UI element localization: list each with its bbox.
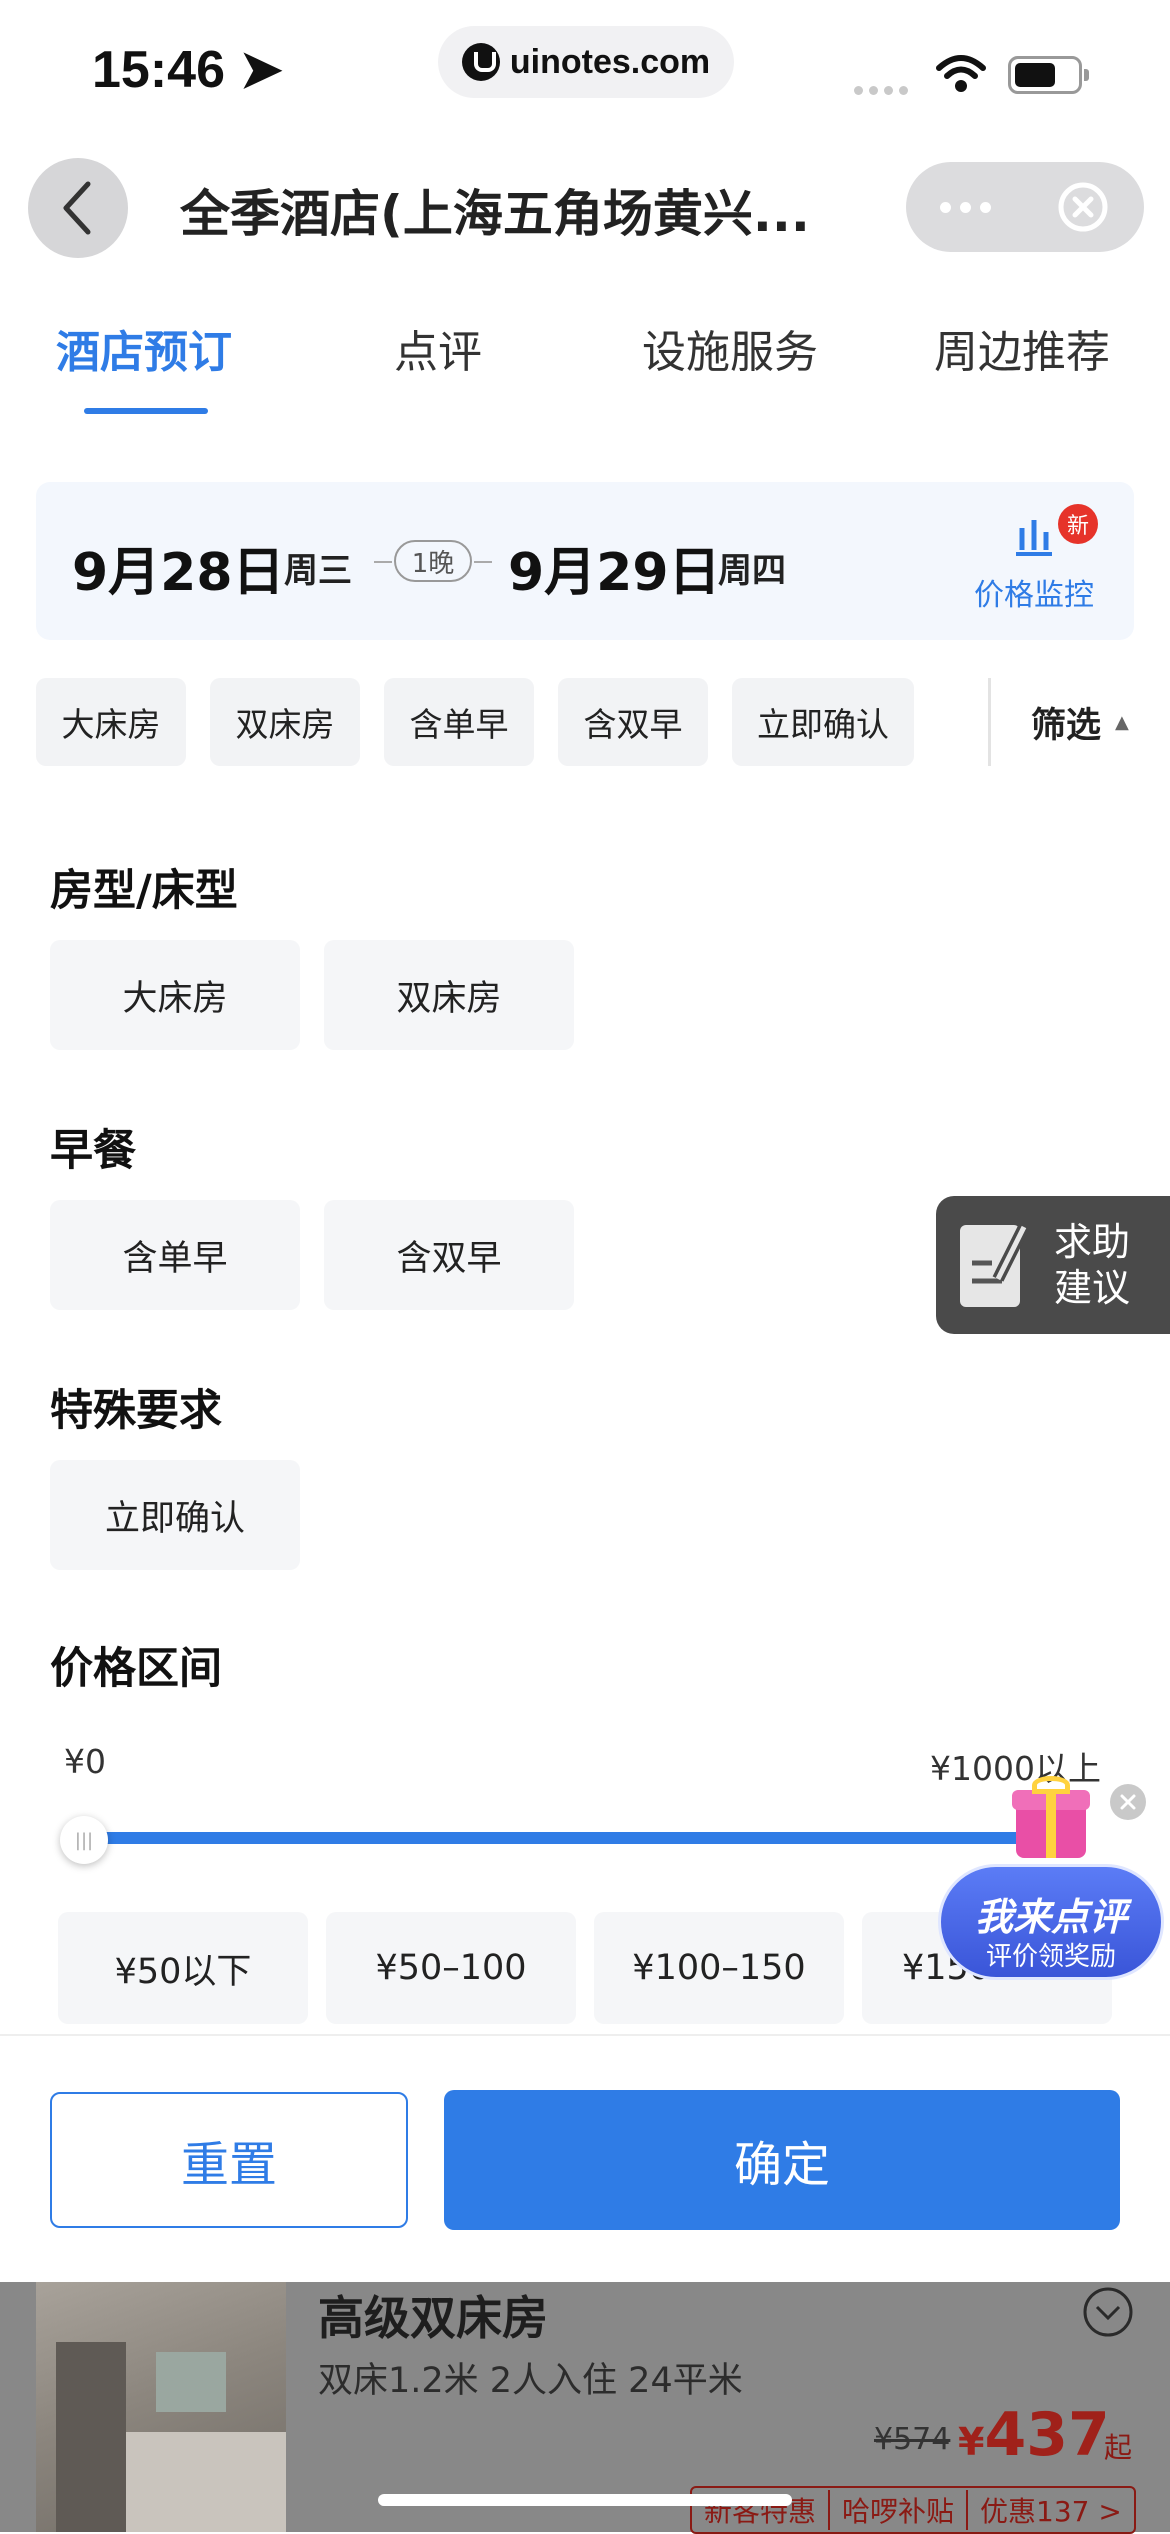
checkin-weekday: 周三 xyxy=(284,551,352,591)
price-option[interactable]: ¥50以下 xyxy=(58,1912,308,2024)
new-badge: 新 xyxy=(1058,504,1098,544)
section-title-price: 价格区间 xyxy=(50,1644,222,1694)
price-monitor-label[interactable]: 价格监控 xyxy=(974,570,1094,614)
option-special[interactable]: 立即确认 xyxy=(50,1460,300,1570)
checkout-weekday: 周四 xyxy=(718,551,786,591)
home-indicator xyxy=(378,2494,792,2506)
close-review-float-button[interactable] xyxy=(1110,1784,1146,1820)
option-room-type[interactable]: 大床房 xyxy=(50,940,300,1050)
review-title: 我来点评 xyxy=(974,1895,1127,1939)
checkin-date[interactable]: 9月28日 xyxy=(72,530,285,605)
filter-label: 筛选 xyxy=(1031,705,1102,746)
url-pill[interactable]: uinotes.com xyxy=(438,26,734,98)
checkout-date[interactable]: 9月29日 xyxy=(508,530,721,605)
quick-filter-chip[interactable]: 含单早 xyxy=(384,678,534,766)
price-option[interactable]: ¥50–100 xyxy=(326,1912,576,2024)
close-circle-icon xyxy=(1058,182,1108,232)
section-title-breakfast: 早餐 xyxy=(50,1126,136,1176)
location-arrow-icon: ➤ xyxy=(239,41,284,99)
back-button[interactable] xyxy=(28,158,128,258)
room-price-suffix: 起 xyxy=(1104,2431,1133,2464)
reset-button[interactable]: 重置 xyxy=(50,2092,408,2228)
divider xyxy=(0,2034,1170,2036)
promo-tag: 优惠137 > xyxy=(966,2490,1134,2530)
tab-nearby[interactable]: 周边推荐 xyxy=(934,316,1110,380)
review-subtitle: 评价领奖励 xyxy=(985,1942,1116,1972)
price-slider-min-handle[interactable]: ||| xyxy=(60,1816,108,1864)
promo-tag: 哈啰补贴 xyxy=(828,2490,966,2530)
room-title: 高级双床房 xyxy=(318,2291,548,2345)
quick-filter-chip[interactable]: 立即确认 xyxy=(732,678,914,766)
status-time: 15:46 ➤ xyxy=(92,41,284,99)
more-dots-icon xyxy=(939,201,991,213)
chevron-down-circle-icon[interactable] xyxy=(1082,2286,1134,2338)
section-title-special: 特殊要求 xyxy=(50,1386,222,1436)
tab-reviews[interactable]: 点评 xyxy=(394,316,482,380)
caret-up-icon: ▲ xyxy=(1115,711,1129,733)
price-option[interactable]: ¥100–150 xyxy=(594,1912,844,2024)
price-slider-track[interactable] xyxy=(86,1832,1046,1844)
write-review-button[interactable]: 我来点评 评价领奖励 xyxy=(938,1776,1170,1982)
confirm-button[interactable]: 确定 xyxy=(444,2090,1120,2230)
battery-icon xyxy=(1008,56,1089,94)
active-tab-indicator xyxy=(84,408,208,414)
option-breakfast[interactable]: 含单早 xyxy=(50,1200,300,1310)
date-connector xyxy=(474,561,492,563)
quick-filter-chip[interactable]: 大床房 xyxy=(36,678,186,766)
room-original-price: ¥574 xyxy=(874,2422,951,2457)
nights-badge: 1晚 xyxy=(394,540,472,582)
site-logo-icon xyxy=(461,43,500,81)
option-room-type[interactable]: 双床房 xyxy=(324,940,574,1050)
room-photo xyxy=(36,2282,286,2532)
room-meta: 双床1.2米 2人入住 24平米 xyxy=(318,2361,743,2401)
close-miniapp-button[interactable] xyxy=(1024,162,1142,252)
quick-filter-chip[interactable]: 含双早 xyxy=(558,678,708,766)
feedback-edit-icon xyxy=(960,1224,1030,1307)
date-connector xyxy=(374,561,392,563)
filter-button[interactable]: 筛选 ▲ xyxy=(988,678,1170,766)
help-suggestion-button[interactable]: 求助 建议 xyxy=(936,1196,1170,1334)
option-breakfast[interactable]: 含双早 xyxy=(324,1200,574,1310)
miniapp-capsule xyxy=(906,162,1144,252)
chevron-left-icon xyxy=(63,181,91,235)
url-text: uinotes.com xyxy=(509,42,711,81)
section-title-room-type: 房型/床型 xyxy=(50,866,238,916)
cellular-signal-icon xyxy=(854,86,914,96)
tab-facilities[interactable]: 设施服务 xyxy=(642,316,818,380)
wifi-icon xyxy=(936,55,986,92)
quick-filter-chip[interactable]: 双床房 xyxy=(210,678,360,766)
grip-icon: ||| xyxy=(74,1829,94,1851)
gift-box-icon xyxy=(1012,1776,1090,1860)
price-monitor-icon[interactable] xyxy=(1012,514,1056,558)
price-min-label: ¥0 xyxy=(64,1742,106,1781)
page-title: 全季酒店(上海五角场黄兴... xyxy=(180,185,810,243)
tab-hotel-booking[interactable]: 酒店预订 xyxy=(56,316,232,380)
room-price: ¥437 xyxy=(958,2400,1110,2470)
close-icon xyxy=(1120,1794,1136,1810)
help-text: 求助 建议 xyxy=(1054,1220,1131,1310)
more-button[interactable] xyxy=(906,162,1024,252)
